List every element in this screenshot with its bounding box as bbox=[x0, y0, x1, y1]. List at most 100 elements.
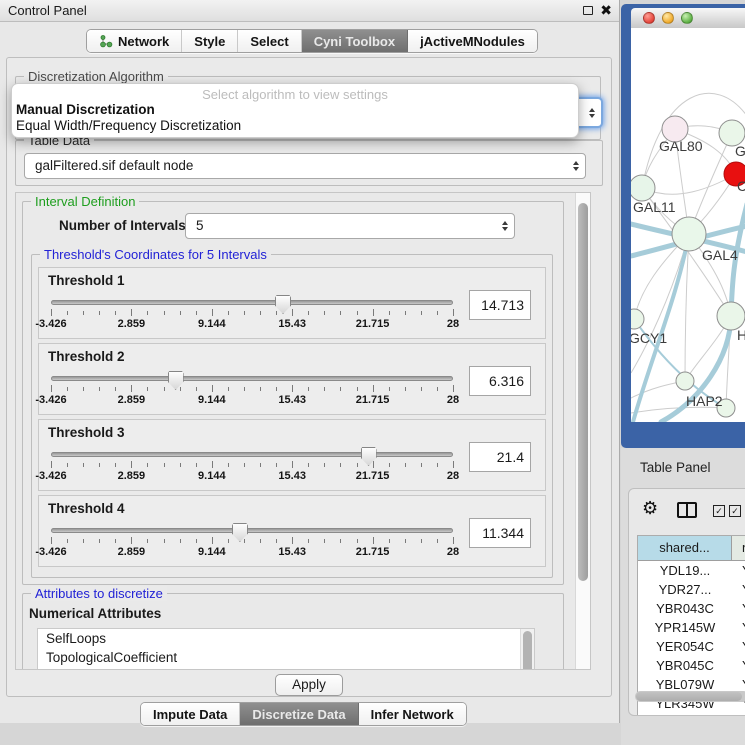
table-row[interactable]: YPR145W YPR1 bbox=[638, 618, 745, 637]
table-cell[interactable]: YER054C bbox=[638, 637, 732, 656]
node-label: GAL4 bbox=[702, 247, 738, 263]
table-cell[interactable]: YDR27... bbox=[638, 580, 732, 599]
tab-style[interactable]: Style bbox=[182, 30, 238, 52]
combo-stepper-icon bbox=[573, 161, 579, 171]
slider-rail[interactable] bbox=[51, 376, 453, 381]
bottom-tabstrip: Impute Data Discretize Data Infer Networ… bbox=[140, 702, 467, 726]
slider-tick-labels: -3.4262.8599.14415.4321.71528 bbox=[51, 394, 453, 407]
slider-rail[interactable] bbox=[51, 452, 453, 457]
tab-infer-network[interactable]: Infer Network bbox=[359, 703, 466, 725]
table-row[interactable]: YDL19... YDL1 bbox=[638, 561, 745, 580]
algorithm-option[interactable]: Equal Width/Frequency Discretization bbox=[12, 118, 578, 134]
tab-cyni-toolbox[interactable]: Cyni Toolbox bbox=[302, 30, 408, 52]
tick-label: 15.43 bbox=[278, 546, 306, 558]
float-window-icon[interactable] bbox=[583, 6, 593, 15]
network-node[interactable] bbox=[717, 302, 745, 330]
table-cell[interactable]: YBR043C bbox=[638, 599, 732, 618]
network-node[interactable] bbox=[631, 175, 655, 201]
network-node[interactable] bbox=[672, 217, 706, 251]
slider-ticks bbox=[51, 384, 453, 393]
group-title: Threshold's Coordinates for 5 Intervals bbox=[40, 247, 271, 262]
table-row[interactable]: YBR043C YBR0 bbox=[638, 599, 745, 618]
table-cell[interactable]: YPR1 bbox=[732, 618, 745, 637]
apply-button[interactable]: Apply bbox=[275, 674, 343, 696]
tick-label: 15.43 bbox=[278, 394, 306, 406]
horizontal-scrollbar[interactable] bbox=[635, 691, 745, 702]
slider-rail[interactable] bbox=[51, 300, 453, 305]
algorithm-option[interactable]: Manual Discretization bbox=[12, 102, 578, 118]
tick-label: 28 bbox=[447, 546, 459, 558]
network-node[interactable] bbox=[676, 372, 694, 390]
table-cell[interactable]: YER0 bbox=[732, 637, 745, 656]
tab-label: Cyni Toolbox bbox=[314, 34, 395, 49]
node-label: C bbox=[737, 178, 745, 194]
tab-select[interactable]: Select bbox=[238, 30, 301, 52]
threshold-label: Threshold 3 bbox=[48, 425, 125, 440]
group-title: Interval Definition bbox=[31, 194, 139, 209]
table-cell[interactable]: YBR045C bbox=[638, 656, 732, 675]
threshold-slider[interactable]: -3.4262.8599.14415.4321.71528 bbox=[51, 446, 453, 488]
column-header[interactable]: na bbox=[732, 536, 745, 561]
table-row[interactable]: YER054C YER0 bbox=[638, 637, 745, 656]
table-cell[interactable]: YDL1 bbox=[732, 561, 745, 580]
table-cell[interactable]: YDR2 bbox=[732, 580, 745, 599]
tab-discretize-data[interactable]: Discretize Data bbox=[240, 703, 358, 725]
close-traffic-light-icon[interactable] bbox=[643, 12, 655, 24]
tick-label: 2.859 bbox=[118, 394, 146, 406]
tick-label: -3.426 bbox=[35, 394, 66, 406]
table-cell[interactable]: YIL0 bbox=[732, 713, 745, 716]
slider-rail[interactable] bbox=[51, 528, 453, 533]
tick-label: 21.715 bbox=[356, 470, 390, 482]
tab-label: Network bbox=[118, 34, 169, 49]
scrollbar-thumb[interactable] bbox=[636, 692, 742, 701]
checkbox-icon[interactable]: ✓ bbox=[729, 505, 741, 517]
network-node[interactable] bbox=[631, 309, 644, 329]
gear-icon[interactable]: ⚙ bbox=[642, 499, 658, 519]
num-intervals-combobox[interactable]: 5 bbox=[185, 213, 515, 239]
table-cell[interactable]: YBR0 bbox=[732, 599, 745, 618]
tick-label: 28 bbox=[447, 470, 459, 482]
tick-label: -3.426 bbox=[35, 318, 66, 330]
scrollbar-thumb[interactable] bbox=[578, 203, 588, 581]
tab-network[interactable]: Network bbox=[87, 30, 182, 52]
threshold-slider[interactable]: -3.4262.8599.14415.4321.71528 bbox=[51, 522, 453, 564]
minimize-traffic-light-icon[interactable] bbox=[662, 12, 674, 24]
tick-label: 21.715 bbox=[356, 394, 390, 406]
scrollbar-thumb[interactable] bbox=[523, 631, 532, 670]
list-item[interactable]: TopologicalCoefficient bbox=[38, 648, 534, 667]
network-window-titlebar[interactable] bbox=[631, 8, 745, 28]
table-row[interactable]: YBR045C YBR0 bbox=[638, 656, 745, 675]
zoom-traffic-light-icon[interactable] bbox=[681, 12, 693, 24]
threshold-row: Threshold 4 -3.4262.8599.14415.4321.7152… bbox=[38, 495, 546, 567]
table-cell[interactable]: YDL19... bbox=[638, 561, 732, 580]
threshold-slider[interactable]: -3.4262.8599.14415.4321.71528 bbox=[51, 294, 453, 336]
panel-scrollbar[interactable] bbox=[575, 193, 590, 669]
list-item[interactable]: SelfLoops bbox=[38, 629, 534, 648]
table-cell[interactable]: YBR0 bbox=[732, 656, 745, 675]
list-item[interactable]: BetweennessCentrality bbox=[38, 667, 534, 670]
threshold-slider[interactable]: -3.4262.8599.14415.4321.71528 bbox=[51, 370, 453, 412]
network-icon bbox=[99, 34, 113, 48]
table-cell[interactable]: YPR145W bbox=[638, 618, 732, 637]
threshold-row: Threshold 1 -3.4262.8599.14415.4321.7152… bbox=[38, 267, 546, 339]
close-icon[interactable]: ✖ bbox=[600, 2, 612, 19]
list-scrollbar[interactable] bbox=[520, 629, 534, 670]
column-header[interactable]: shared... bbox=[638, 536, 732, 561]
table-row[interactable]: YIL052C YIL0 bbox=[638, 713, 745, 716]
table-row[interactable]: YDR27... YDR2 bbox=[638, 580, 745, 599]
checkbox-icon[interactable]: ✓ bbox=[713, 505, 725, 517]
attributes-list[interactable]: SelfLoopsTopologicalCoefficientBetweenne… bbox=[37, 628, 535, 670]
network-canvas[interactable]: GAL80GCGAL11GAL4GCY1HHAP2 bbox=[631, 28, 745, 422]
slider-ticks bbox=[51, 308, 453, 317]
combo-value: galFiltered.sif default node bbox=[35, 158, 193, 173]
threshold-value-box[interactable]: 21.4 bbox=[469, 442, 531, 472]
threshold-value-box[interactable]: 14.713 bbox=[469, 290, 531, 320]
table-cell[interactable]: YIL052C bbox=[638, 713, 732, 716]
tab-impute-data[interactable]: Impute Data bbox=[141, 703, 240, 725]
thresholds-group: Threshold's Coordinates for 5 Intervals … bbox=[31, 254, 553, 578]
tab-jactivemnodules[interactable]: jActiveMNodules bbox=[408, 30, 537, 52]
threshold-value-box[interactable]: 11.344 bbox=[469, 518, 531, 548]
columns-icon[interactable] bbox=[677, 502, 697, 518]
table-data-combobox[interactable]: galFiltered.sif default node bbox=[24, 153, 586, 179]
threshold-value-box[interactable]: 6.316 bbox=[469, 366, 531, 396]
